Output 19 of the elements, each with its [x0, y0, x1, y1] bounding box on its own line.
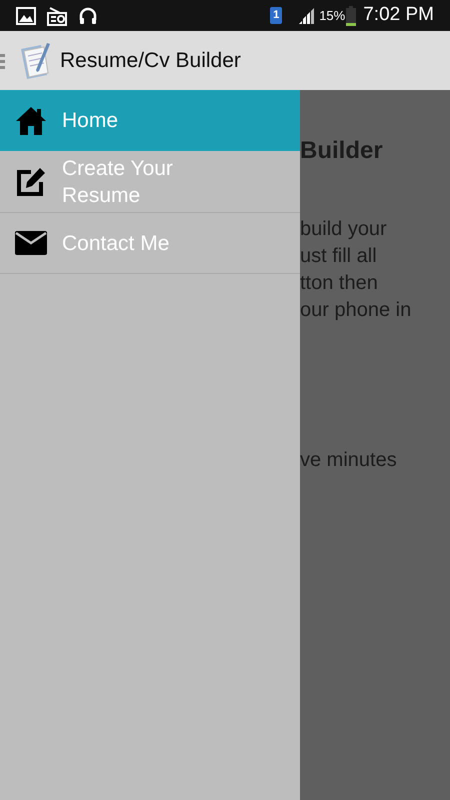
envelope-icon [15, 231, 47, 255]
page-paragraph: build your ust fill all tton then our phone in [300, 217, 412, 323]
clock: 7:02 PM [363, 3, 434, 28]
home-icon [15, 104, 47, 136]
app-title: Resume/Cv Builder [60, 48, 241, 74]
menu-icon[interactable] [0, 52, 5, 68]
headphones-icon [78, 6, 98, 26]
edit-icon [15, 166, 47, 198]
drawer-item[interactable]: Contact Me [0, 213, 300, 274]
battery-percent: 15% [319, 6, 346, 25]
page-paragraph-end: ve minutes [300, 448, 398, 473]
sim-badge: 1 [270, 7, 282, 24]
battery-icon [346, 6, 356, 26]
page-heading: Builder [300, 136, 384, 166]
image-icon [16, 6, 36, 24]
drawer-item[interactable]: Create Your Resume [0, 151, 300, 213]
signal-icon [298, 7, 316, 24]
radio-icon [46, 6, 68, 26]
drawer-item[interactable]: Home [0, 90, 300, 151]
